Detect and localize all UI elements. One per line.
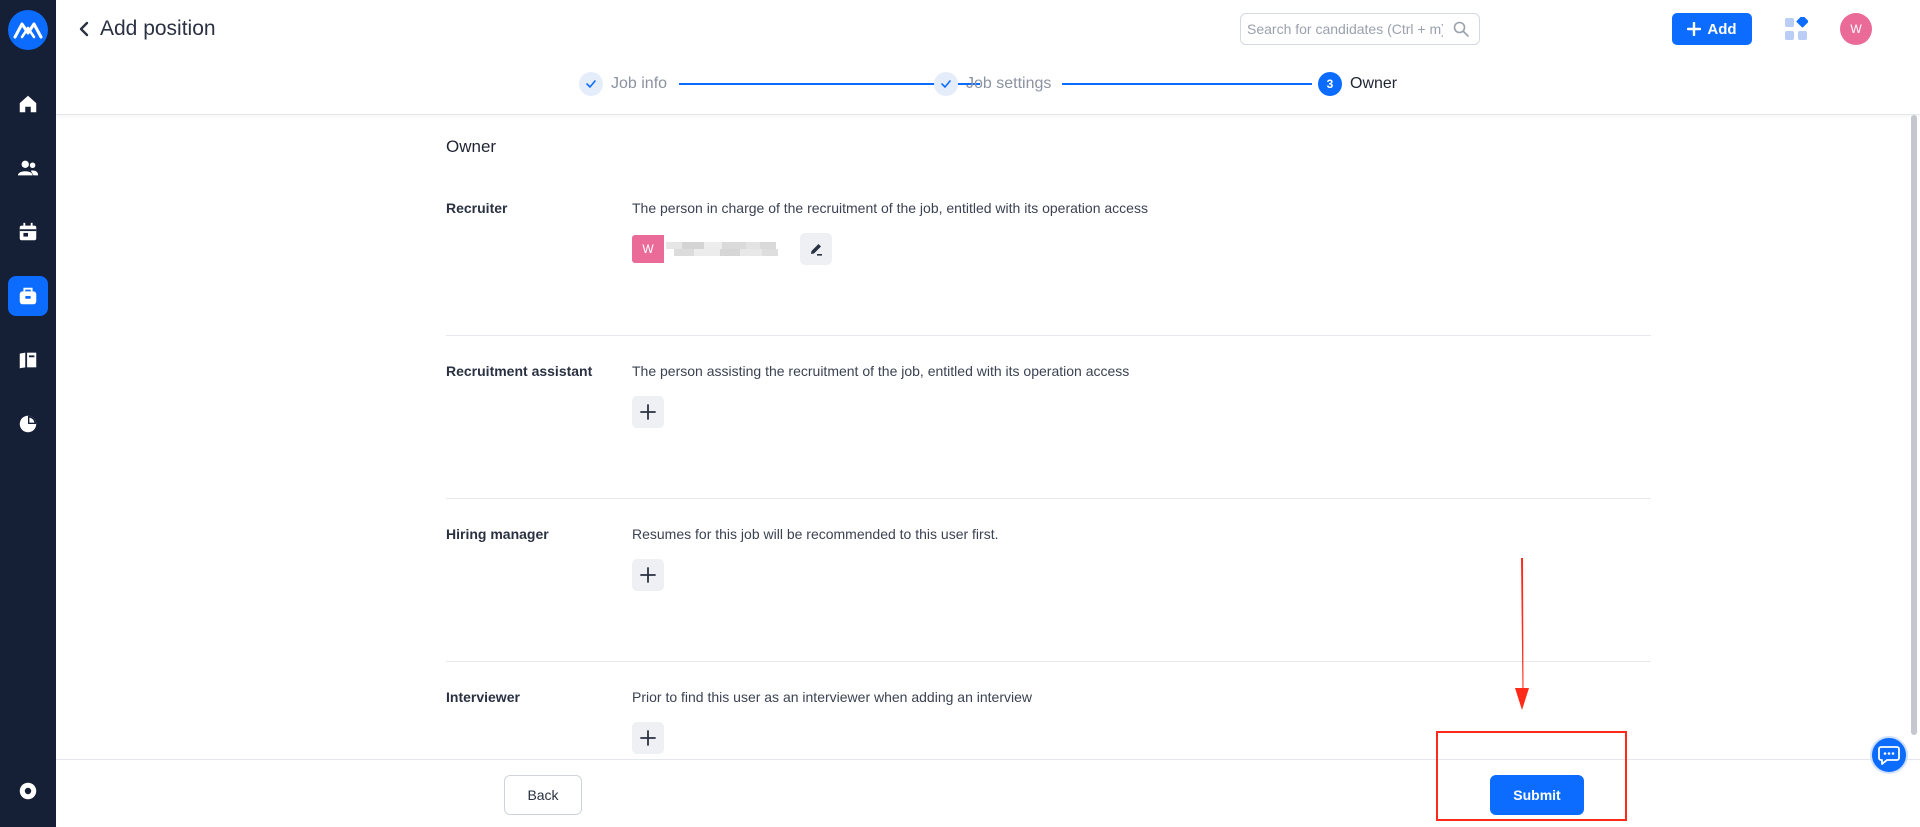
add-hiring-manager-button[interactable]: [632, 559, 664, 591]
form-footer: Back Submit: [56, 759, 1920, 827]
chat-icon: [1878, 746, 1900, 765]
row-label-hiring-manager: Hiring manager: [446, 526, 549, 542]
page-header: Add position Add W Job info Job settings: [56, 0, 1920, 115]
search-input[interactable]: [1247, 21, 1443, 37]
annotation-arrow-icon: [1515, 558, 1529, 710]
step-label: Job settings: [966, 75, 1052, 92]
candidate-search[interactable]: [1240, 13, 1480, 45]
row-divider: [446, 661, 1651, 662]
sidebar: [0, 0, 56, 827]
pie-chart-icon: [19, 415, 37, 433]
sidebar-item-home[interactable]: [8, 84, 48, 124]
people-icon: [17, 160, 39, 176]
step-label: Owner: [1350, 75, 1398, 92]
plus-icon: [640, 730, 656, 746]
step-number: 3: [1318, 72, 1342, 96]
add-recruitment-assistant-button[interactable]: [632, 396, 664, 428]
step-label: Job info: [611, 75, 668, 92]
sidebar-item-calendar[interactable]: [8, 212, 48, 252]
plus-icon: [1687, 22, 1702, 36]
step-connector: [1062, 83, 1312, 85]
step-job-info: Job info: [579, 72, 667, 96]
row-desc-interviewer: Prior to find this user as an interviewe…: [632, 689, 1032, 705]
apps-icon[interactable]: [1784, 15, 1809, 41]
recruiter-avatar: W: [632, 235, 664, 263]
row-divider: [446, 335, 1651, 336]
plus-icon: [640, 567, 656, 583]
page-scrollbar[interactable]: [1911, 115, 1917, 735]
step-check-icon: [579, 72, 603, 96]
row-label-interviewer: Interviewer: [446, 689, 520, 705]
sidebar-item-talent-pool[interactable]: [8, 340, 48, 380]
sidebar-item-reports[interactable]: [8, 404, 48, 444]
pencil-icon: [811, 244, 822, 256]
add-button[interactable]: Add: [1672, 13, 1752, 45]
row-label-recruitment-assistant: Recruitment assistant: [446, 363, 593, 379]
briefcase-icon: [19, 287, 37, 305]
edit-recruiter-button[interactable]: [800, 233, 832, 265]
app-logo[interactable]: [8, 10, 48, 50]
recruiter-name-redacted: [664, 235, 782, 263]
chat-support-button[interactable]: [1870, 736, 1908, 774]
step-owner: 3 Owner: [1318, 72, 1397, 96]
talent-pool-icon: [19, 352, 37, 369]
back-arrow-icon[interactable]: [74, 18, 94, 40]
home-icon: [19, 95, 37, 113]
sidebar-item-candidates[interactable]: [8, 148, 48, 188]
row-label-recruiter: Recruiter: [446, 200, 508, 216]
search-icon[interactable]: [1453, 21, 1469, 37]
assigned-recruiter-chip[interactable]: W: [632, 235, 782, 263]
add-interviewer-button[interactable]: [632, 722, 664, 754]
add-button-label: Add: [1707, 20, 1737, 38]
annotation-highlight-box: [1436, 731, 1627, 821]
user-avatar[interactable]: W: [1840, 13, 1872, 45]
row-desc-hiring-manager: Resumes for this job will be recommended…: [632, 526, 999, 542]
plus-icon: [640, 404, 656, 420]
sidebar-item-settings[interactable]: [8, 771, 48, 811]
step-check-icon: [934, 72, 958, 96]
page-title: Add position: [100, 17, 216, 40]
settings-icon: [19, 782, 37, 800]
sidebar-item-positions[interactable]: [8, 276, 48, 316]
row-desc-recruiter: The person in charge of the recruitment …: [632, 200, 1148, 216]
row-desc-recruitment-assistant: The person assisting the recruitment of …: [632, 363, 1130, 379]
section-title: Owner: [446, 137, 497, 156]
logo-mark-icon: [13, 22, 43, 39]
step-job-settings: Job settings: [934, 72, 1051, 96]
row-divider: [446, 498, 1651, 499]
back-button[interactable]: Back: [504, 775, 582, 815]
calendar-icon: [19, 222, 37, 241]
